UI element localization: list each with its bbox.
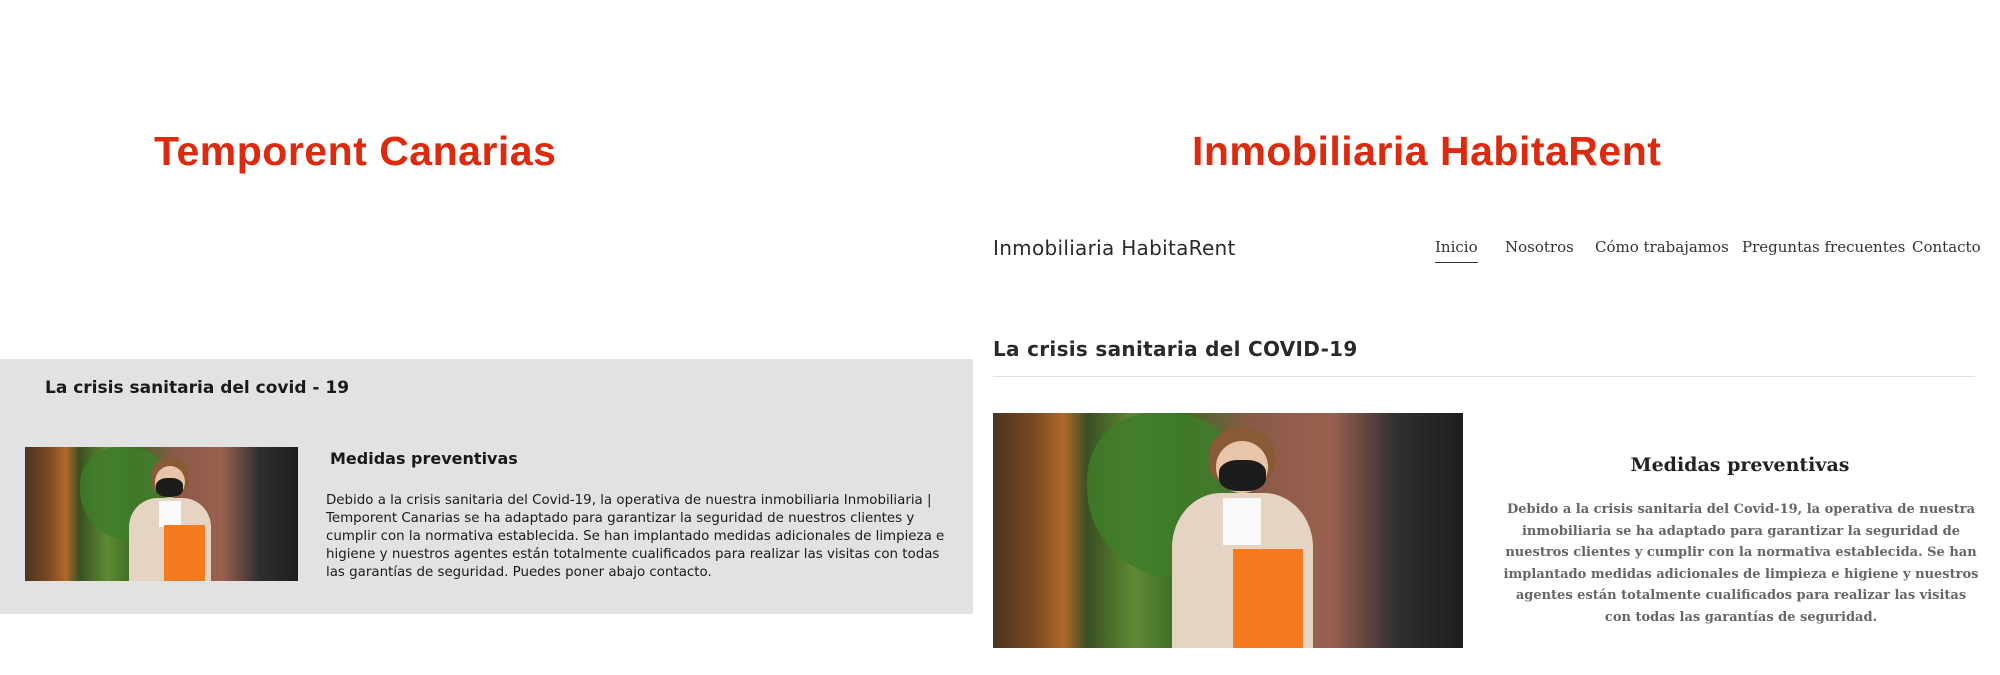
main-navigation: Inicio Nosotros Cómo trabajamos Pregunta… [0, 238, 2000, 268]
left-covid-section: La crisis sanitaria del covid - 19 Medid… [0, 359, 973, 614]
section-divider [993, 376, 1975, 377]
nav-item-inicio[interactable]: Inicio [1435, 238, 1478, 263]
left-section-heading: La crisis sanitaria del covid - 19 [45, 378, 350, 398]
left-body-text: Debido a la crisis sanitaria del Covid-1… [326, 493, 945, 580]
right-panel-title: Inmobiliaria HabitaRent [1192, 128, 1662, 174]
nav-item-contacto[interactable]: Contacto [1912, 238, 1981, 256]
left-subheading: Medidas preventivas [330, 449, 518, 468]
nav-item-como-trabajamos[interactable]: Cómo trabajamos [1595, 238, 1729, 256]
agent-with-keys-image [25, 447, 298, 581]
right-body-text: Debido a la crisis sanitaria del Covid-1… [1503, 502, 1979, 625]
right-section-title: La crisis sanitaria del COVID-19 [993, 337, 1358, 361]
right-subheading: Medidas preventivas [1630, 454, 1850, 476]
left-panel-title: Temporent Canarias [154, 128, 557, 174]
agent-with-keys-image-large [993, 413, 1463, 648]
nav-item-preguntas-frecuentes[interactable]: Preguntas frecuentes [1742, 238, 1905, 256]
nav-item-nosotros[interactable]: Nosotros [1505, 238, 1574, 256]
